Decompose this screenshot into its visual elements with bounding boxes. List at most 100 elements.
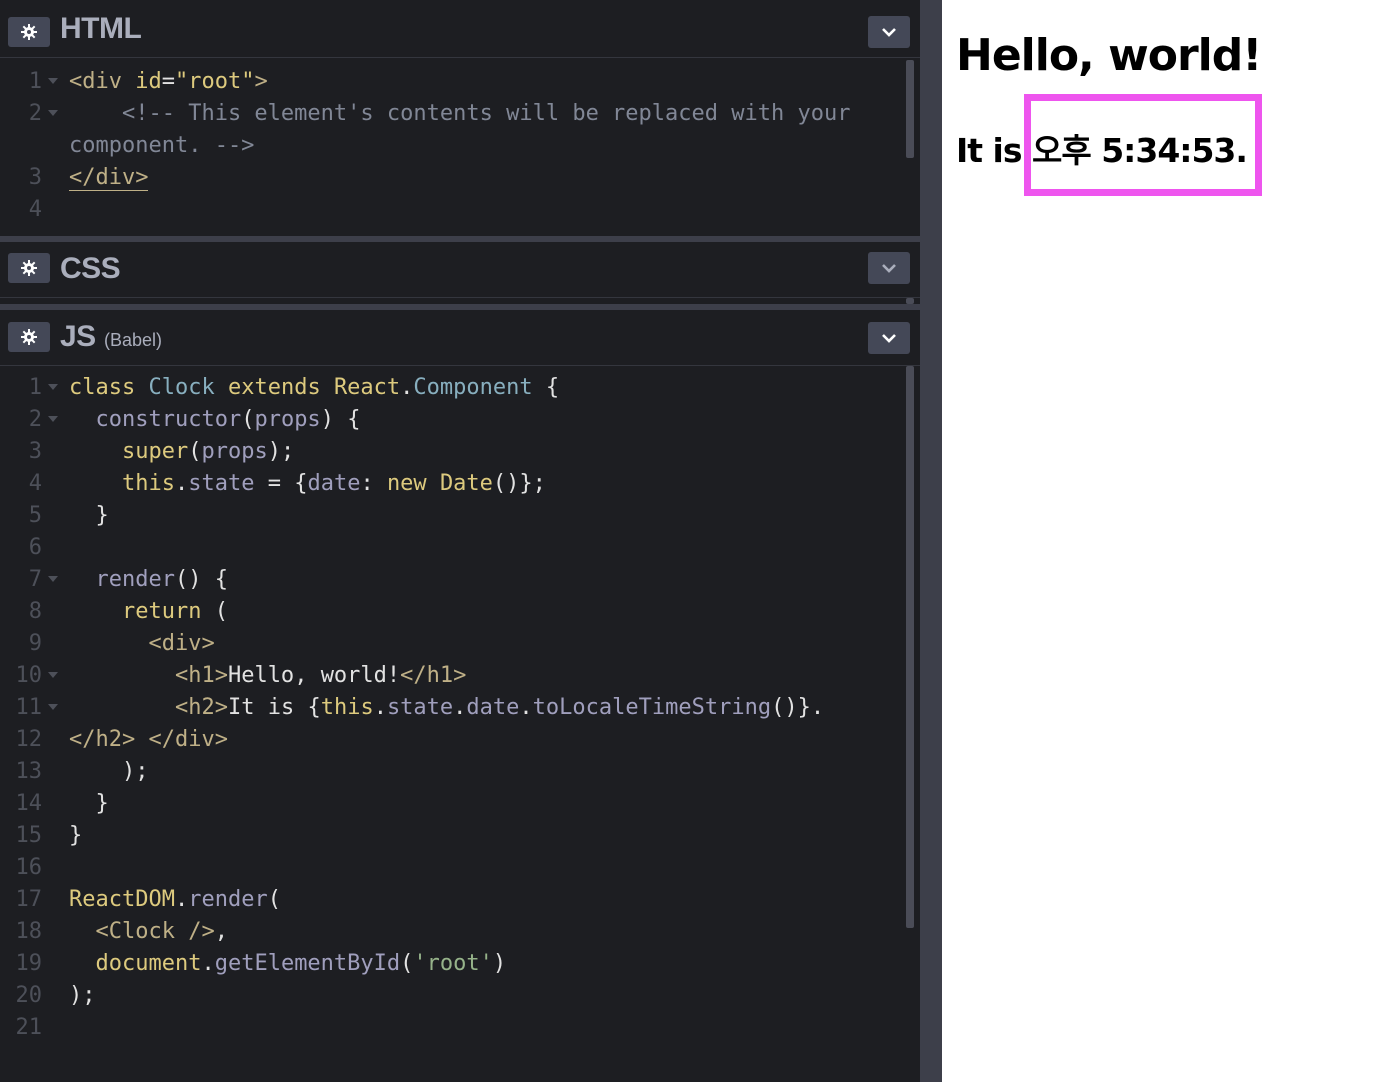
css-settings-button[interactable] — [8, 253, 50, 283]
line-number: 3 — [28, 165, 42, 190]
fold-arrow-icon[interactable] — [48, 416, 58, 422]
code-text: ReactDOM.render( — [69, 887, 281, 912]
code-text: constructor(props) { — [95, 407, 361, 432]
js-code-editor[interactable]: 1 class Clock extends React.Component { 2 … — [0, 372, 905, 1044]
line-number: 18 — [15, 919, 43, 944]
code-text: super(props); — [121, 439, 295, 464]
code-text: render() { — [95, 567, 228, 592]
code-line[interactable]: 14 } — [0, 788, 905, 820]
js-preprocessor-label: (Babel) — [104, 330, 163, 350]
chevron-down-icon — [882, 264, 896, 273]
code-line[interactable]: 9 <div> — [0, 628, 905, 660]
line-number: 1 — [28, 69, 42, 94]
code-line[interactable]: 19 document.getElementById('root') — [0, 948, 905, 980]
code-line[interactable]: 10 <h1>Hello, world!</h1> — [0, 660, 905, 692]
js-collapse-button[interactable] — [868, 322, 910, 354]
code-line[interactable]: 4 this.state = {date: new Date()}; — [0, 468, 905, 500]
code-line[interactable]: 13 ); — [0, 756, 905, 788]
code-text: } — [69, 823, 83, 848]
line-number: 14 — [15, 791, 43, 816]
code-text: ); — [121, 759, 149, 784]
fold-arrow-icon[interactable] — [48, 110, 58, 116]
time-highlight-box — [1024, 94, 1262, 196]
css-panel-title: CSS — [60, 252, 121, 285]
fold-arrow-icon[interactable] — [48, 704, 58, 710]
line-number: 20 — [15, 983, 43, 1008]
html-panel-header: HTML — [0, 2, 920, 58]
editor-preview-resizer[interactable] — [920, 0, 942, 1082]
code-line[interactable]: 1 class Clock extends React.Component { — [0, 372, 905, 404]
fold-arrow-icon[interactable] — [48, 576, 58, 582]
code-text: return ( — [121, 599, 228, 624]
line-number: 2 — [28, 407, 42, 432]
line-number: 7 — [28, 567, 42, 592]
line-number: 15 — [15, 823, 43, 848]
code-line[interactable]: 11 <h2>It is {this.state.date.toLocaleTi… — [0, 692, 905, 752]
code-text: class Clock extends React.Component { — [69, 375, 560, 400]
code-text: this.state = {date: new Date()}; — [121, 471, 546, 496]
preview-time-prefix: It is — [956, 131, 1032, 170]
preview-heading: Hello, world! — [956, 30, 1262, 81]
line-number: 8 — [28, 599, 42, 624]
code-line[interactable]: 4 — [0, 194, 905, 226]
code-line[interactable]: 18 <Clock />, — [0, 916, 905, 948]
line-number: 6 — [28, 535, 42, 560]
gear-icon — [21, 24, 37, 40]
code-line[interactable]: 20); — [0, 980, 905, 1012]
css-panel-header: CSS — [0, 242, 920, 298]
line-number: 11 — [15, 695, 43, 720]
code-line[interactable]: 5 } — [0, 500, 905, 532]
code-text: </div> — [148, 727, 228, 752]
js-editor-scrollbar[interactable] — [906, 366, 914, 928]
code-text: <h1>Hello, world!</h1> — [174, 663, 467, 688]
line-number: 19 — [15, 951, 43, 976]
fold-arrow-icon[interactable] — [48, 78, 58, 84]
line-number: 4 — [28, 471, 42, 496]
editor-column: HTML 1 <div id="root"> 2 <!-- This element… — [0, 0, 920, 1082]
fold-arrow-icon[interactable] — [48, 384, 58, 390]
line-number: 5 — [28, 503, 42, 528]
line-number: 10 — [15, 663, 43, 688]
code-line[interactable]: 15} — [0, 820, 905, 852]
code-line[interactable]: 3 super(props); — [0, 436, 905, 468]
code-line[interactable]: 2 constructor(props) { — [0, 404, 905, 436]
code-text: document.getElementById('root') — [95, 951, 507, 976]
css-collapse-button[interactable] — [868, 252, 910, 284]
line-number: 13 — [15, 759, 43, 784]
html-editor-scrollbar[interactable] — [906, 60, 914, 158]
code-line[interactable]: 8 return ( — [0, 596, 905, 628]
code-text: } — [95, 791, 109, 816]
code-line[interactable]: 2 <!-- This element's contents will be r… — [0, 98, 905, 162]
code-line[interactable]: 1 <div id="root"> — [0, 66, 905, 98]
js-settings-button[interactable] — [8, 322, 50, 352]
js-panel-title: JS — [60, 320, 96, 353]
code-line[interactable]: 3 </div> — [0, 162, 905, 194]
chevron-down-icon — [882, 334, 896, 343]
js-panel-header: JS (Babel) — [0, 310, 920, 366]
line-number: 4 — [28, 197, 42, 222]
line-number: 16 — [15, 855, 43, 880]
code-text: <!-- This element's contents will be rep… — [69, 101, 864, 158]
code-text: } — [95, 503, 109, 528]
html-panel-title: HTML — [60, 12, 142, 45]
code-text: ); — [69, 983, 96, 1008]
line-number: 1 — [28, 375, 42, 400]
code-line[interactable]: 16 — [0, 852, 905, 884]
chevron-down-icon — [882, 28, 896, 37]
line-number: 3 — [28, 439, 42, 464]
line-number: 21 — [15, 1015, 43, 1040]
code-line[interactable]: 17 ReactDOM.render( — [0, 884, 905, 916]
gear-icon — [21, 329, 37, 345]
html-settings-button[interactable] — [8, 17, 50, 47]
code-text: <Clock />, — [95, 919, 228, 944]
code-line[interactable]: 7 render() { — [0, 564, 905, 596]
code-line[interactable]: 12 </div> — [0, 724, 905, 756]
html-code-editor[interactable]: 1 <div id="root"> 2 <!-- This element's co… — [0, 66, 905, 226]
code-line[interactable]: 6 — [0, 532, 905, 564]
code-text: <div id="root"> — [69, 69, 268, 94]
result-preview: Hello, world! It is 오후 5:34:53. — [942, 0, 1382, 1082]
fold-arrow-icon[interactable] — [48, 672, 58, 678]
line-number: 12 — [15, 727, 43, 752]
code-line[interactable]: 21 — [0, 1012, 905, 1044]
html-collapse-button[interactable] — [868, 16, 910, 48]
